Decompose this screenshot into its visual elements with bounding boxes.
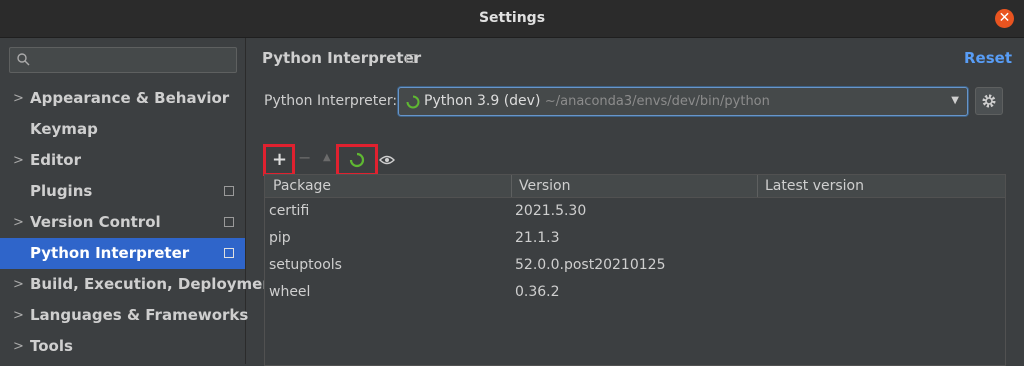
minus-icon: − — [298, 148, 312, 167]
sidebar-item-label: Languages & Frameworks — [30, 306, 249, 324]
settings-sidebar: > Appearance & Behavior Keymap > Editor … — [0, 38, 280, 364]
plus-icon: + — [272, 149, 288, 170]
loading-indicator-button[interactable] — [336, 144, 378, 176]
sidebar-item-label: Build, Execution, Deployment — [30, 275, 281, 293]
chevron-right-icon[interactable]: > — [13, 215, 24, 230]
interpreter-path: ~/anaconda3/envs/dev/bin/python — [544, 94, 770, 109]
sidebar-item-tools[interactable]: > Tools — [0, 331, 245, 362]
column-divider[interactable] — [511, 175, 512, 197]
chevron-right-icon[interactable]: > — [13, 153, 24, 168]
add-package-button[interactable]: + — [263, 144, 295, 176]
sidebar-item-label: Version Control — [30, 213, 161, 231]
chevron-right-icon[interactable]: > — [13, 308, 24, 323]
package-version: 21.1.3 — [515, 230, 560, 246]
sidebar-item-plugins[interactable]: Plugins — [0, 176, 245, 207]
table-row[interactable]: certifi 2021.5.30 — [265, 198, 1005, 225]
title-bar: Settings ✕ — [0, 0, 1024, 38]
reset-link[interactable]: Reset — [964, 49, 1012, 67]
column-header-package[interactable]: Package — [273, 178, 331, 194]
sidebar-item-label: Plugins — [30, 182, 93, 200]
package-version: 2021.5.30 — [515, 203, 587, 219]
gear-icon — [981, 93, 997, 113]
upgrade-icon: ▲ — [323, 152, 331, 163]
project-settings-icon — [406, 54, 415, 63]
sidebar-item-label: Tools — [30, 337, 73, 355]
package-name: certifi — [269, 203, 310, 219]
sidebar-item-version-control[interactable]: > Version Control — [0, 207, 245, 238]
interpreter-select[interactable]: Python 3.9 (dev) ~/anaconda3/envs/dev/bi… — [398, 87, 968, 116]
project-settings-icon — [224, 186, 234, 196]
column-header-latest-version[interactable]: Latest version — [765, 178, 864, 194]
table-row[interactable]: setuptools 52.0.0.post20210125 — [265, 252, 1005, 279]
page-title: Python Interpreter — [262, 49, 422, 67]
chevron-right-icon[interactable]: > — [13, 277, 24, 292]
interpreter-value: Python 3.9 (dev) ~/anaconda3/envs/dev/bi… — [424, 93, 770, 109]
dropdown-arrow-icon[interactable]: ▼ — [951, 95, 959, 106]
close-button[interactable]: ✕ — [995, 9, 1014, 28]
sidebar-item-languages-frameworks[interactable]: > Languages & Frameworks — [0, 300, 249, 331]
eye-icon — [379, 155, 395, 165]
package-version: 0.36.2 — [515, 284, 560, 300]
package-version: 52.0.0.post20210125 — [515, 257, 666, 273]
sidebar-item-appearance-behavior[interactable]: > Appearance & Behavior — [0, 83, 245, 114]
sidebar-item-keymap[interactable]: Keymap — [0, 114, 245, 145]
packages-table: Package Version Latest version certifi 2… — [264, 174, 1006, 366]
sidebar-item-build-execution-deployment[interactable]: > Build, Execution, Deployment — [0, 269, 280, 300]
interpreter-settings-button[interactable] — [975, 87, 1003, 115]
search-icon — [16, 52, 32, 72]
sidebar-item-label: Keymap — [30, 120, 98, 138]
window-title: Settings — [478, 10, 546, 26]
interpreter-label: Python Interpreter: — [264, 93, 398, 109]
table-header: Package Version Latest version — [265, 175, 1005, 198]
sidebar-item-label: Appearance & Behavior — [30, 89, 230, 107]
settings-panel: Python Interpreter Reset Python Interpre… — [246, 38, 1024, 366]
chevron-right-icon[interactable]: > — [13, 339, 24, 354]
loading-spinner-icon — [406, 94, 420, 113]
show-early-releases-button[interactable] — [375, 146, 401, 172]
interpreter-name: Python 3.9 (dev) — [424, 93, 541, 109]
loading-spinner-icon — [349, 152, 365, 168]
package-name: wheel — [269, 284, 311, 300]
search-input[interactable] — [9, 47, 237, 73]
column-header-version[interactable]: Version — [519, 178, 570, 194]
project-settings-icon — [224, 248, 234, 258]
sidebar-item-editor[interactable]: > Editor — [0, 145, 245, 176]
remove-package-button[interactable]: − — [292, 146, 318, 172]
package-name: setuptools — [269, 257, 342, 273]
sidebar-item-label: Python Interpreter — [30, 244, 190, 262]
sidebar-item-label: Editor — [30, 151, 81, 169]
table-row[interactable]: pip 21.1.3 — [265, 225, 1005, 252]
chevron-right-icon[interactable]: > — [13, 91, 24, 106]
package-name: pip — [269, 230, 291, 246]
packages-toolbar: + − ▲ — [263, 144, 1004, 176]
project-settings-icon — [224, 217, 234, 227]
table-row[interactable]: wheel 0.36.2 — [265, 279, 1005, 306]
column-divider[interactable] — [757, 175, 758, 197]
sidebar-item-python-interpreter[interactable]: Python Interpreter — [0, 238, 245, 269]
